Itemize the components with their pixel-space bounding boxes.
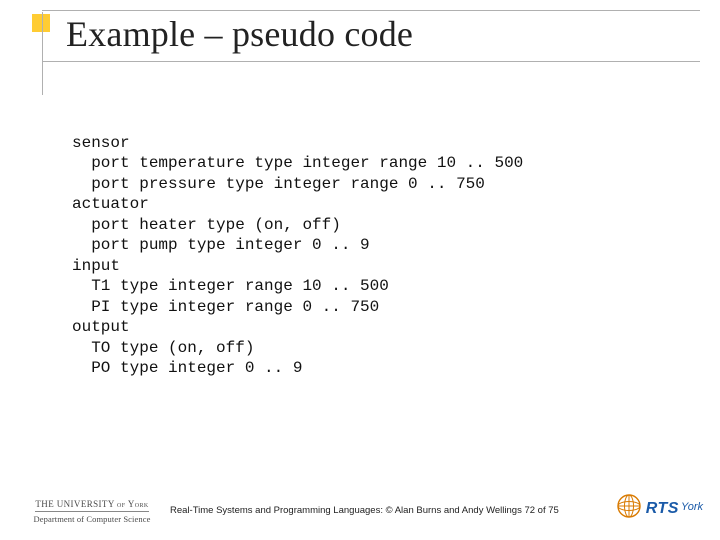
title-block: Example – pseudo code: [36, 10, 700, 62]
department-name: Department of Computer Science: [22, 514, 162, 524]
york-text: York: [681, 501, 703, 513]
footer-caption: Real-Time Systems and Programming Langua…: [170, 505, 559, 516]
rts-text: RTS: [646, 500, 679, 518]
rts-logo: RTS York: [616, 493, 705, 524]
globe-icon: [616, 493, 642, 524]
footer: THE UNIVERSITY of York Department of Com…: [0, 484, 720, 530]
pseudo-code-block: sensor port temperature type integer ran…: [72, 133, 523, 379]
page-title: Example – pseudo code: [36, 11, 700, 61]
rule-bottom: [42, 61, 700, 62]
university-name: THE UNIVERSITY of York: [35, 499, 148, 512]
university-logo: THE UNIVERSITY of York Department of Com…: [22, 494, 162, 524]
